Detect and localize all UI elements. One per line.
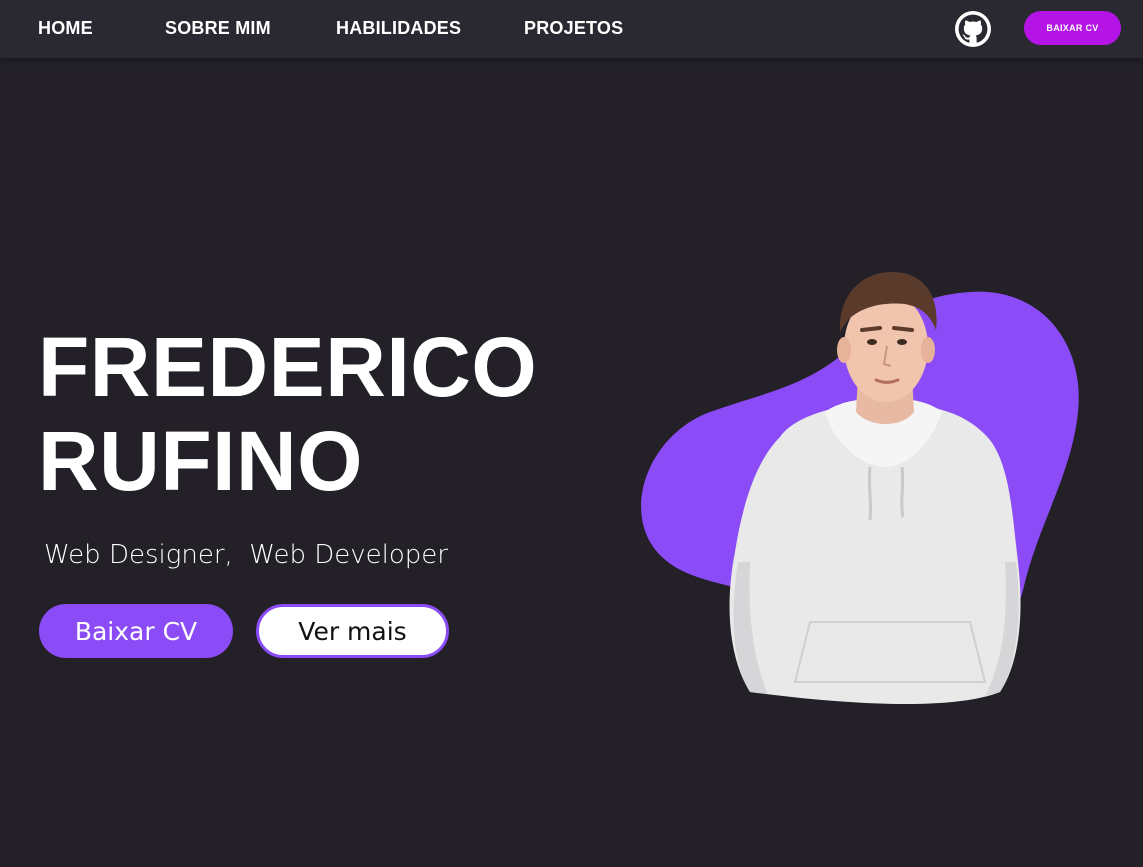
nav-link-home[interactable]: HOME [38, 18, 93, 39]
nav-link-about[interactable]: SOBRE MIM [165, 18, 271, 39]
nav-link-projects[interactable]: PROJETOS [524, 18, 623, 39]
page: HOME SOBRE MIM HABILIDADES PROJETOS BAIX… [0, 0, 1143, 867]
hero-name-last: RUFINO [38, 414, 363, 508]
nav-download-cv-button[interactable]: BAIXAR CV [1024, 11, 1121, 45]
nav-link-skills[interactable]: HABILIDADES [336, 18, 461, 39]
github-link[interactable] [955, 11, 991, 47]
hero-name: FREDERICO RUFINO [38, 320, 537, 508]
portrait-image [640, 262, 1090, 712]
download-cv-button[interactable]: Baixar CV [39, 604, 233, 658]
navbar: HOME SOBRE MIM HABILIDADES PROJETOS BAIX… [0, 0, 1143, 58]
hero-subtitle: Web Designer, Web Developer [44, 540, 448, 570]
hero-name-first: FREDERICO [38, 320, 538, 414]
github-icon [955, 11, 991, 47]
see-more-button[interactable]: Ver mais [256, 604, 449, 658]
